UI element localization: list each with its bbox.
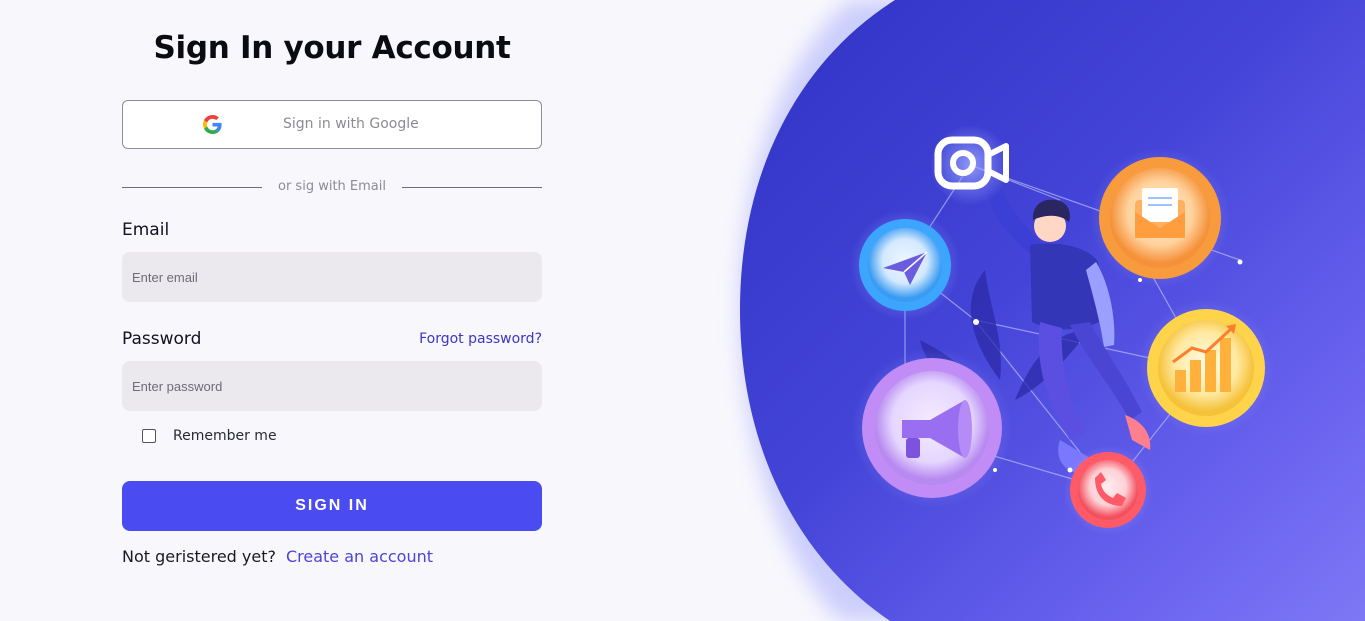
megaphone-icon (852, 348, 1012, 508)
illustration (740, 0, 1365, 621)
google-sign-in-label: Sign in with Google (283, 116, 419, 132)
bar-chart-icon (1138, 300, 1274, 436)
paper-plane-icon (850, 210, 960, 320)
forgot-password-link[interactable]: Forgot password? (419, 331, 542, 347)
envelope-icon (1090, 148, 1230, 288)
password-label: Password (122, 329, 202, 349)
divider-line-right (402, 187, 542, 188)
sign-in-page: Sign In your Account Sign in with Google… (0, 0, 1365, 621)
email-input[interactable] (122, 252, 542, 302)
phone-icon (1063, 445, 1153, 535)
divider-line-left (122, 187, 262, 188)
or-divider: or sig with Email (122, 178, 542, 198)
sign-in-button-label: SIGN IN (295, 497, 369, 514)
remember-me-checkbox[interactable] (142, 429, 156, 443)
register-prompt-text: Not geristered yet? (122, 547, 276, 566)
sign-in-button[interactable]: SIGN IN (122, 481, 542, 531)
remember-me-label: Remember me (173, 428, 277, 444)
divider-text: or sig with Email (278, 179, 386, 194)
password-input[interactable] (122, 361, 542, 411)
video-camera-icon (930, 125, 1010, 205)
register-prompt: Not geristered yet? Create an account (122, 547, 433, 566)
google-g-icon (203, 115, 222, 134)
page-title: Sign In your Account (153, 30, 511, 66)
email-label: Email (122, 220, 170, 240)
create-account-link[interactable]: Create an account (286, 547, 433, 566)
google-sign-in-button[interactable]: Sign in with Google (122, 100, 542, 149)
